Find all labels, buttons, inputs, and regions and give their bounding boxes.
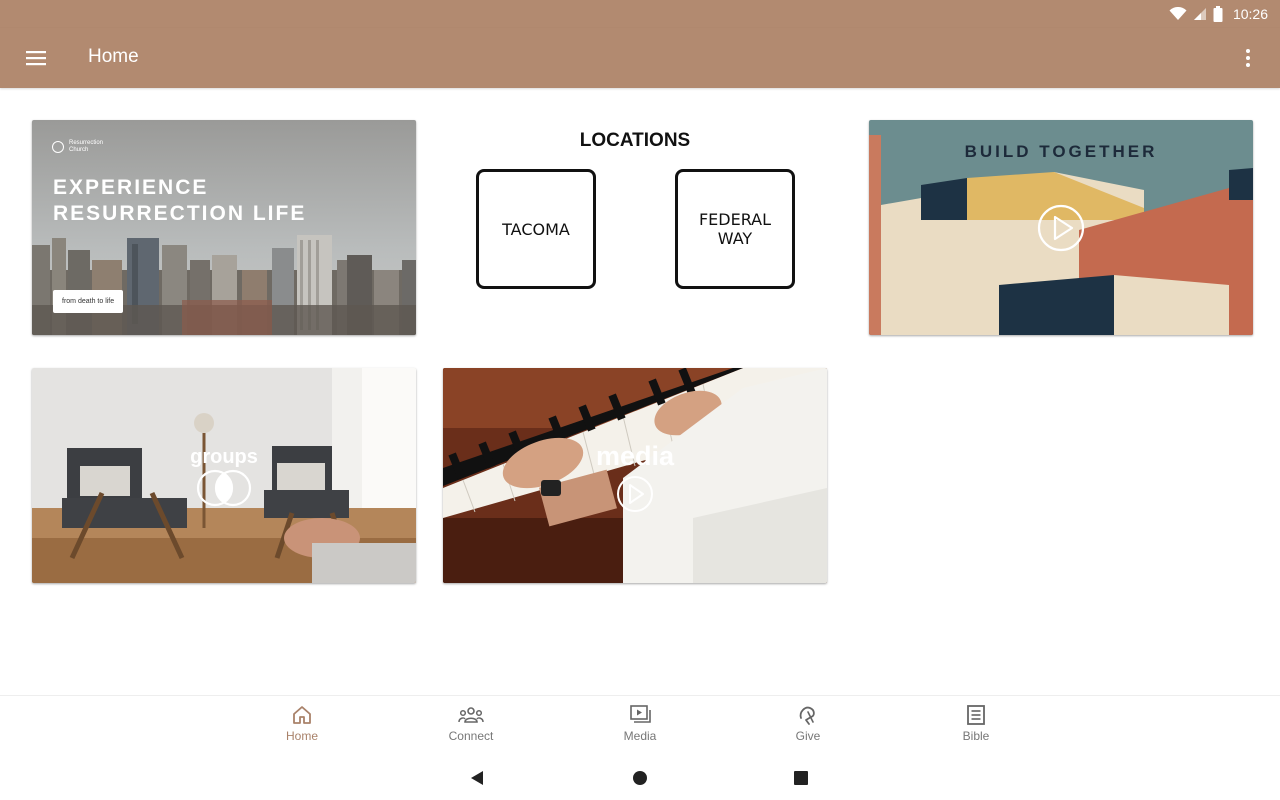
build-together-title: BUILD TOGETHER bbox=[964, 142, 1158, 161]
home-icon bbox=[293, 706, 311, 724]
logo-mark-icon bbox=[52, 141, 64, 153]
battery-icon bbox=[1213, 6, 1223, 22]
location-federal-way-button[interactable]: FEDERAL WAY bbox=[675, 169, 795, 289]
location-tacoma-label: TACOMA bbox=[502, 219, 570, 239]
back-triangle-icon bbox=[471, 771, 483, 785]
status-bar: 10:26 bbox=[0, 0, 1280, 28]
headline-line-2: RESURRECTION LIFE bbox=[53, 202, 307, 225]
build-together-card[interactable]: BUILD TOGETHER bbox=[869, 120, 1253, 335]
page-title: Home bbox=[88, 46, 139, 67]
video-library-icon bbox=[630, 705, 651, 723]
media-card[interactable]: media bbox=[443, 368, 827, 583]
media-label: media bbox=[595, 441, 675, 471]
groups-circles-icon bbox=[196, 469, 252, 507]
app-bar: Home bbox=[0, 28, 1280, 88]
groups-card[interactable]: groups bbox=[32, 368, 416, 583]
status-icons: 10:26 bbox=[1169, 4, 1268, 24]
status-time: 10:26 bbox=[1232, 6, 1268, 22]
book-icon bbox=[967, 705, 985, 725]
more-vert-icon bbox=[1246, 49, 1250, 67]
menu-button[interactable] bbox=[22, 44, 50, 72]
overflow-menu-button[interactable] bbox=[1234, 44, 1262, 72]
experience-card[interactable]: Resurrection Church EXPERIENCE RESURRECT… bbox=[32, 120, 416, 335]
groups-label: groups bbox=[190, 446, 258, 468]
location-federal-way-label: FEDERAL WAY bbox=[699, 210, 771, 248]
play-circle-icon bbox=[1037, 204, 1085, 252]
bottom-navigation: Home Connect Media Give Bible bbox=[0, 695, 1280, 756]
experience-headline: EXPERIENCE RESURRECTION LIFE bbox=[53, 175, 393, 227]
nav-label-give: Give bbox=[795, 729, 821, 743]
nav-item-media[interactable]: Media bbox=[595, 704, 685, 743]
nav-label-bible: Bible bbox=[962, 729, 990, 743]
home-circle-icon bbox=[633, 771, 647, 785]
give-icon bbox=[799, 706, 815, 725]
signal-icon bbox=[1193, 8, 1206, 20]
nav-item-connect[interactable]: Connect bbox=[426, 704, 516, 743]
location-tacoma-button[interactable]: TACOMA bbox=[476, 169, 596, 289]
people-icon bbox=[458, 707, 484, 723]
headline-line-1: EXPERIENCE bbox=[53, 176, 209, 199]
system-navigation-bar bbox=[0, 755, 1280, 800]
logo-text: Resurrection Church bbox=[69, 140, 104, 153]
system-recents-button[interactable] bbox=[790, 767, 812, 789]
hamburger-menu-icon bbox=[26, 51, 46, 66]
nav-label-home: Home bbox=[285, 729, 318, 743]
nav-item-give[interactable]: Give bbox=[763, 704, 853, 743]
federal-way-line-2: WAY bbox=[717, 229, 753, 248]
nav-label-media: Media bbox=[623, 729, 657, 743]
nav-item-bible[interactable]: Bible bbox=[931, 704, 1021, 743]
wifi-icon bbox=[1169, 7, 1187, 20]
locations-title: LOCATIONS bbox=[579, 130, 691, 151]
nav-item-home[interactable]: Home bbox=[257, 704, 347, 743]
nav-label-connect: Connect bbox=[448, 729, 494, 743]
church-logo: Resurrection Church bbox=[52, 140, 109, 154]
system-home-button[interactable] bbox=[629, 767, 651, 789]
play-circle-icon bbox=[617, 476, 653, 512]
system-back-button[interactable] bbox=[466, 767, 488, 789]
recents-square-icon bbox=[794, 771, 808, 785]
tagline-pill: from death to life bbox=[53, 290, 124, 313]
federal-way-line-1: FEDERAL bbox=[698, 210, 772, 229]
